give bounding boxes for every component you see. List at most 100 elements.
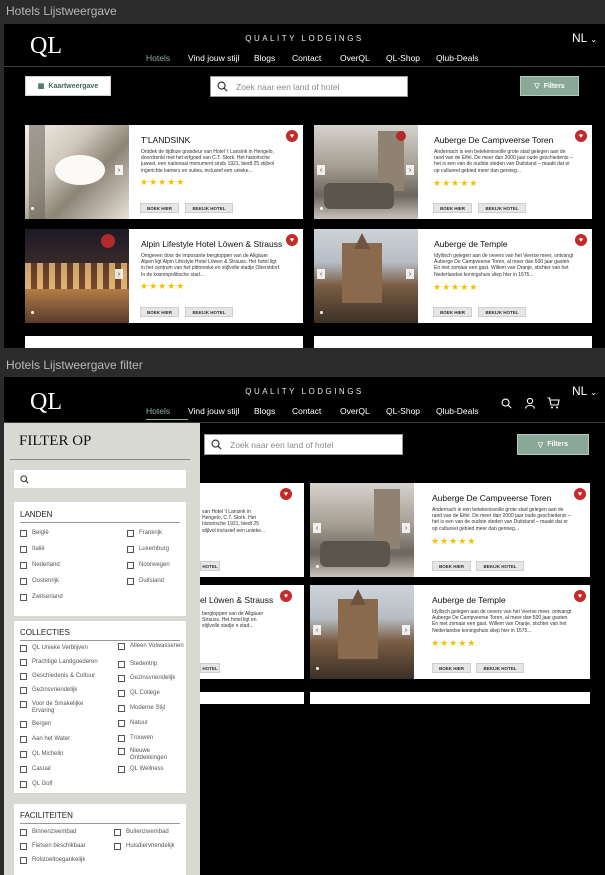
- book-button[interactable]: BOEK HIER: [432, 561, 471, 571]
- filter-checkbox-trouwen[interactable]: Trouwen: [118, 735, 153, 742]
- book-button[interactable]: BOEK HIER: [433, 203, 472, 213]
- hotel-photo[interactable]: [314, 229, 418, 323]
- view-hotel-button[interactable]: BEKIJK HOTEL: [476, 663, 524, 673]
- book-button[interactable]: BOEK HIER: [140, 307, 179, 317]
- hotel-photo[interactable]: [310, 483, 414, 577]
- filter-checkbox-huisdiervriendelijk[interactable]: Huisdiervriendelijk: [114, 843, 175, 850]
- hotel-card[interactable]: el Löwen & Strauss bergtoppen van de All…: [200, 585, 304, 679]
- book-button[interactable]: BOEK HIER: [140, 203, 179, 213]
- filter-checkbox-nederland[interactable]: Nederland: [20, 562, 60, 569]
- menu-item-overql[interactable]: OverQL: [340, 406, 386, 420]
- language-selector[interactable]: NL ⌄: [572, 384, 597, 398]
- menu-item-vind-jouw-stijl[interactable]: Vind jouw stijl: [188, 406, 254, 420]
- menu-item-qlub-deals[interactable]: Qlub-Deals: [436, 53, 486, 67]
- menu-item-hotels[interactable]: Hotels: [146, 53, 188, 67]
- hotel-card[interactable]: › Alpin Lifestyle Hotel Löwen & Strauss …: [25, 229, 303, 323]
- filter-checkbox-alleen-volwassenen[interactable]: Alleen Volwassenen: [118, 643, 184, 650]
- filter-checkbox-aan-het-water[interactable]: Aan het Water: [20, 736, 70, 743]
- heart-icon[interactable]: ♥: [574, 590, 586, 602]
- filter-checkbox-rolstoeltoegankelijk[interactable]: Rolstoeltoegankelijk: [20, 857, 85, 864]
- prev-photo-arrow[interactable]: ‹: [313, 523, 321, 533]
- filter-checkbox-buitenzwembad[interactable]: Buitenzwembad: [114, 829, 169, 836]
- cart-icon[interactable]: [547, 397, 560, 409]
- filter-checkbox-ql-golf[interactable]: QL Golf: [20, 781, 52, 788]
- prev-photo-arrow[interactable]: ‹: [317, 165, 325, 175]
- filter-checkbox-natuur[interactable]: Natuur: [118, 720, 148, 727]
- view-hotel-button[interactable]: BEKIJK HOTEL: [478, 203, 526, 213]
- hotel-card[interactable]: van Hotel 't Lansink in Hengelo, C.T. St…: [200, 483, 304, 577]
- hotel-card[interactable]: ‹ › Auberge de Temple Idyllisch gelegen …: [310, 585, 590, 679]
- next-photo-arrow[interactable]: ›: [402, 523, 410, 533]
- menu-item-overql[interactable]: OverQL: [340, 53, 386, 67]
- filter-checkbox-binnenzwembad[interactable]: Binnenzwembad: [20, 829, 76, 836]
- filter-checkbox-moderne-stijl[interactable]: Moderne Stijl: [118, 705, 165, 712]
- heart-icon[interactable]: ♥: [286, 130, 298, 142]
- filters-button[interactable]: ▽ Filters: [520, 76, 579, 96]
- search-input[interactable]: Zoek naar een land of hotel: [210, 76, 408, 97]
- next-photo-arrow[interactable]: ›: [402, 625, 410, 635]
- user-icon[interactable]: [524, 397, 536, 409]
- hotel-card[interactable]: ‹ › Auberge De Campveerse Toren Andernac…: [314, 125, 592, 219]
- view-hotel-button[interactable]: BEKIJK HOTEL: [185, 307, 233, 317]
- menu-item-vind-jouw-stijl[interactable]: Vind jouw stijl: [188, 53, 254, 67]
- view-hotel-button[interactable]: HOTEL: [200, 663, 220, 673]
- filter-checkbox-oostenrijk[interactable]: Oostenrijk: [20, 578, 59, 585]
- hotel-card[interactable]: ‹ › Auberge De Campveerse Toren Andernac…: [310, 483, 590, 577]
- hotel-photo[interactable]: [25, 229, 129, 323]
- filter-checkbox-zwitserland[interactable]: Zwitserland: [20, 594, 63, 601]
- menu-item-contact[interactable]: Contact: [292, 406, 340, 420]
- photo-dot[interactable]: [320, 207, 323, 210]
- photo-dot[interactable]: [316, 667, 319, 670]
- filter-checkbox-belgie[interactable]: België: [20, 530, 49, 537]
- filter-checkbox-ql-unieke-verblijven[interactable]: QL Unieke Verblijven: [20, 645, 88, 652]
- heart-icon[interactable]: ♥: [280, 590, 292, 602]
- view-hotel-button[interactable]: BEKIJK HOTEL: [476, 561, 524, 571]
- hotel-photo[interactable]: [25, 125, 129, 219]
- view-hotel-button[interactable]: BEKIJK HOTEL: [185, 203, 233, 213]
- hotel-photo[interactable]: [310, 585, 414, 679]
- photo-dot[interactable]: [31, 311, 34, 314]
- filter-checkbox-noorwegen[interactable]: Noorwegen: [127, 562, 170, 569]
- filter-checkbox-casual[interactable]: Casual: [20, 766, 51, 773]
- menu-item-hotels[interactable]: Hotels: [146, 406, 188, 420]
- search-icon[interactable]: [501, 398, 512, 409]
- menu-item-ql-shop[interactable]: QL-Shop: [386, 406, 436, 420]
- hotel-photo[interactable]: [314, 125, 418, 219]
- filter-checkbox-ql-college[interactable]: QL College: [118, 690, 160, 697]
- book-button[interactable]: BOEK HIER: [432, 663, 471, 673]
- filter-checkbox-gezinsvriendelijk[interactable]: Gezinsvriendelijk: [20, 687, 77, 694]
- book-button[interactable]: BOEK HIER: [433, 307, 472, 317]
- logo[interactable]: QL: [30, 389, 62, 416]
- next-photo-arrow[interactable]: ›: [115, 165, 123, 175]
- filter-search-input[interactable]: [14, 470, 186, 488]
- view-hotel-button[interactable]: BEKIJK HOTEL: [478, 307, 526, 317]
- filter-checkbox-gezinsvriendelijk-2[interactable]: Gezinsvriendelijk: [118, 675, 175, 682]
- heart-icon[interactable]: ♥: [280, 488, 292, 500]
- filter-checkbox-duitsland[interactable]: Duitsland: [127, 578, 164, 585]
- filter-checkbox-bergen[interactable]: Bergen: [20, 721, 51, 728]
- heart-icon[interactable]: ♥: [574, 488, 586, 500]
- menu-item-blogs[interactable]: Blogs: [254, 406, 292, 420]
- next-photo-arrow[interactable]: ›: [115, 269, 123, 279]
- photo-dot[interactable]: [320, 311, 323, 314]
- hotel-card[interactable]: ‹ › Auberge de Temple Idyllisch gelegen …: [314, 229, 592, 323]
- heart-icon[interactable]: ♥: [575, 130, 587, 142]
- filter-checkbox-geschiedenis-cultuur[interactable]: Geschiedenis & Cultuur: [20, 673, 95, 680]
- filter-checkbox-smakelijke-ervaring[interactable]: Voor de Smakelijke Ervaring: [20, 701, 100, 715]
- filter-checkbox-nieuwe-ontdekkingen[interactable]: Nieuwe Ontdekkingen: [118, 748, 184, 762]
- search-input[interactable]: Zoek naar een land of hotel: [204, 434, 403, 455]
- heart-icon[interactable]: ♥: [286, 234, 298, 246]
- photo-dot[interactable]: [316, 565, 319, 568]
- heart-icon[interactable]: ♥: [575, 234, 587, 246]
- filter-checkbox-stedentrip[interactable]: Stedentrip: [118, 661, 157, 668]
- filter-checkbox-luxemburg[interactable]: Luxemburg: [127, 546, 169, 553]
- prev-photo-arrow[interactable]: ‹: [317, 269, 325, 279]
- map-view-button[interactable]: ▦ Kaartweergave: [25, 76, 111, 96]
- menu-item-qlub-deals[interactable]: Qlub-Deals: [436, 406, 486, 420]
- menu-item-contact[interactable]: Contact: [292, 53, 340, 67]
- view-hotel-button[interactable]: HOTEL: [200, 561, 220, 571]
- hotel-card[interactable]: › T'LANDSINK Ontdek de tijdloze grandeur…: [25, 125, 303, 219]
- menu-item-ql-shop[interactable]: QL-Shop: [386, 53, 436, 67]
- logo[interactable]: QL: [30, 33, 62, 60]
- next-photo-arrow[interactable]: ›: [406, 269, 414, 279]
